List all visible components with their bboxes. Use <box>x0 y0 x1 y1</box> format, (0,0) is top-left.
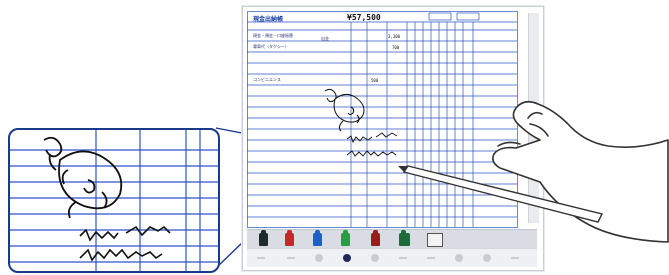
frame-icon[interactable] <box>427 233 443 247</box>
minus-icon[interactable] <box>257 257 265 259</box>
menu-icon[interactable] <box>511 257 519 259</box>
callout-handwriting <box>79 225 171 262</box>
ledger-row-1-sub: 出金 <box>321 36 329 41</box>
line-icon[interactable] <box>399 257 407 259</box>
dark-green-pen-icon[interactable] <box>399 230 410 246</box>
blue-pen-icon[interactable] <box>313 230 322 246</box>
line-thin-icon[interactable] <box>287 257 295 259</box>
ledger-title: 現金出納帳 <box>253 16 284 23</box>
redo-icon[interactable] <box>483 254 491 262</box>
ledger-row-1-num: 3,300 <box>388 34 401 39</box>
black-pen-icon[interactable] <box>259 230 268 246</box>
secondary-toolbar <box>247 248 537 267</box>
ledger-amount: ¥57,500 <box>347 13 381 22</box>
ledger-scrollbar[interactable] <box>528 13 539 223</box>
red-pen-icon[interactable] <box>285 230 294 246</box>
line-thick-icon[interactable] <box>427 257 435 259</box>
tablet-screen: 現金出納帳 ¥57,500 現金・預金・口座振替 出金 3,300 電車代（タク… <box>242 6 544 271</box>
ledger-row-2-num: 700 <box>392 45 400 50</box>
ledger-handwriting <box>346 132 398 157</box>
ledger-doodle <box>324 88 365 132</box>
zoom-callout <box>8 128 220 273</box>
dot-light-icon[interactable] <box>315 254 323 262</box>
green-pen-icon[interactable] <box>341 230 350 246</box>
pen-toolbar <box>247 229 537 248</box>
dark-red-pen-icon[interactable] <box>371 230 380 246</box>
ledger-sheet[interactable]: 現金出納帳 ¥57,500 現金・預金・口座振替 出金 3,300 電車代（タク… <box>247 11 521 228</box>
callout-grid <box>10 130 218 271</box>
dot-medium-icon[interactable] <box>371 254 379 262</box>
ledger-row-1-label: 現金・預金・口座振替 <box>253 33 293 38</box>
undo-icon[interactable] <box>455 254 463 262</box>
dot-selected-icon[interactable] <box>343 254 351 262</box>
ledger-row-2-label: 電車代（タクシー） <box>253 44 289 49</box>
ledger-row-4-label: コンビニエンス <box>253 77 281 82</box>
ledger-row-4-num: 500 <box>371 78 379 83</box>
